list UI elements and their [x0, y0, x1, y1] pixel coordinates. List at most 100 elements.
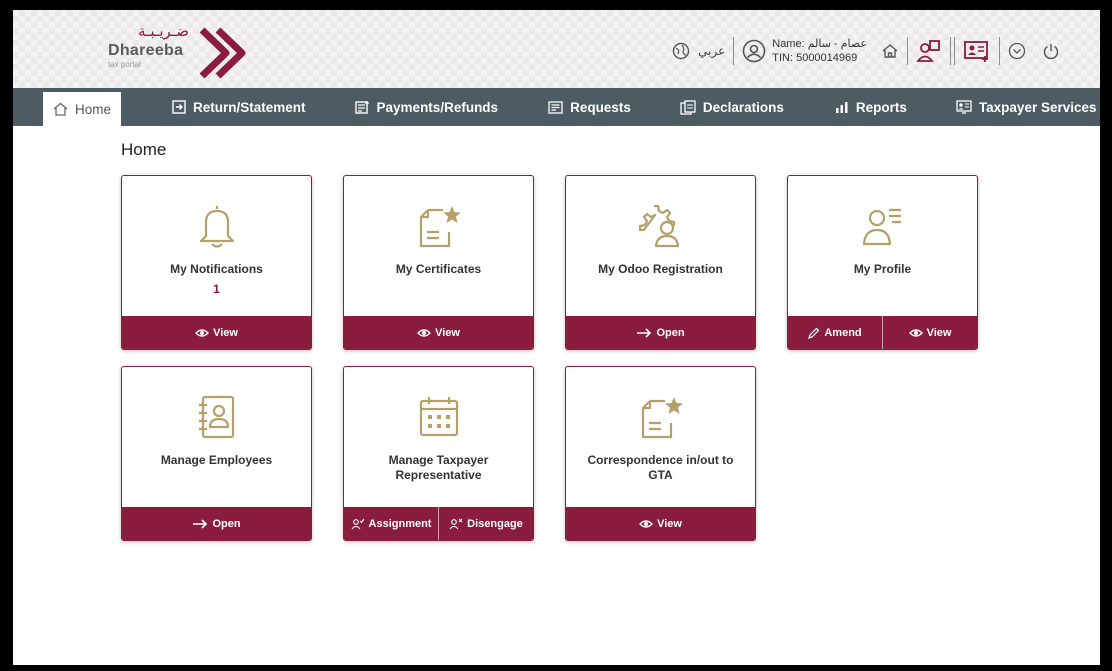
eye-icon [195, 328, 209, 337]
card-title: My Odoo Registration [598, 262, 723, 276]
card-manage-taxpayer-representative: Manage Taxpayer Representative Assignmen… [343, 366, 534, 541]
eye-icon [639, 519, 653, 528]
taxpayer-services-icon [956, 100, 972, 114]
header: ضـريـبـة Dhareeba tax portal عربي Name: … [13, 10, 1100, 88]
assignment-label: Assignment [368, 517, 432, 530]
amend-label: Amend [824, 326, 862, 339]
view-button[interactable]: View [882, 316, 977, 349]
view-button[interactable]: View [344, 316, 533, 349]
card-my-profile: My Profile Amend View [787, 175, 978, 350]
language-switch[interactable]: عربي [698, 44, 725, 58]
open-label: Open [212, 517, 241, 530]
user-check-icon [351, 518, 364, 529]
nav-return-statement[interactable]: Return/Statement [172, 88, 306, 126]
open-label: Open [656, 326, 685, 339]
disengage-button[interactable]: Disengage [438, 507, 533, 540]
eye-icon [908, 328, 923, 337]
nav-home[interactable]: Home [43, 92, 122, 126]
notification-count: 1 [213, 282, 220, 296]
card-title: Manage Employees [160, 453, 273, 467]
logo[interactable]: ضـريـبـة Dhareeba tax portal [108, 22, 268, 82]
nav-label: Home [75, 101, 112, 117]
card-footer: Open [122, 507, 311, 540]
open-button[interactable]: Open [122, 507, 311, 540]
card-footer: View [344, 316, 533, 349]
card-footer: Assignment Disengage [344, 507, 533, 540]
card-footer: Amend View [788, 316, 977, 349]
certificate-icon [419, 206, 461, 248]
logo-name: Dhareeba [108, 42, 184, 59]
divider [733, 37, 735, 65]
logo-arabic-text: ضـريـبـة [138, 22, 189, 40]
requests-icon [548, 100, 563, 114]
card-footer: View [566, 507, 755, 540]
nav-declarations[interactable]: Declarations [680, 88, 784, 126]
nav-label: Declarations [702, 99, 784, 115]
card-title: My Notifications [170, 262, 263, 276]
app-window: ضـريـبـة Dhareeba tax portal عربي Name: … [13, 10, 1100, 665]
divider [950, 37, 951, 65]
declarations-icon [680, 99, 696, 115]
payments-icon [354, 101, 369, 114]
home-icon[interactable] [881, 42, 899, 60]
page-title: Home [121, 140, 167, 159]
home-icon [53, 102, 68, 116]
amend-button[interactable]: Amend [788, 316, 882, 349]
main-nav: Home Return/Statement Payments/Refunds R… [13, 88, 1100, 126]
gear-user-icon [638, 204, 679, 248]
reports-icon [835, 101, 848, 113]
user-name: Name: عصام - سالم [772, 38, 867, 50]
nav-taxpayer-services[interactable]: Taxpayer Services [956, 88, 1097, 126]
address-book-icon [198, 395, 234, 439]
card-my-certificates: My Certificates View [343, 175, 534, 350]
user-switch-icon[interactable] [916, 38, 942, 64]
nav-label: Taxpayer Services [978, 99, 1097, 115]
card-manage-employees: Manage Employees Open [121, 366, 312, 541]
nav-requests[interactable]: Requests [548, 88, 631, 126]
nav-reports[interactable]: Reports [835, 88, 907, 126]
profile-icon [862, 208, 901, 246]
view-button[interactable]: View [122, 316, 311, 349]
divider [999, 37, 1000, 65]
card-correspondence: Correspondence in/out to GTA View [565, 366, 756, 541]
open-button[interactable]: Open [566, 316, 755, 349]
logo-subtitle: tax portal [108, 60, 141, 69]
user-tin: TIN: 5000014969 [772, 52, 858, 64]
return-icon [172, 100, 186, 114]
logo-chevron-icon [199, 27, 246, 79]
card-footer: Open [566, 316, 755, 349]
nav-label: Reports [855, 99, 907, 115]
card-title: Manage Taxpayer Representative [388, 453, 489, 482]
globe-icon[interactable] [672, 42, 690, 60]
document-star-icon [641, 397, 683, 439]
bell-icon [199, 206, 234, 248]
chevron-down-circle-icon[interactable] [1008, 42, 1026, 60]
header-toolbar: عربي Name: عصام - سالم TIN: 5000014969 [672, 34, 1060, 68]
nav-label: Payments/Refunds [376, 99, 499, 115]
divider [907, 37, 908, 65]
view-label: View [435, 326, 460, 339]
divider [954, 37, 955, 65]
nav-label: Return/Statement [193, 99, 306, 115]
user-info: Name: عصام - سالم TIN: 5000014969 [742, 37, 867, 65]
arrow-right-icon [193, 518, 208, 529]
arrow-right-icon [637, 327, 652, 338]
view-button[interactable]: View [566, 507, 755, 540]
view-label: View [213, 326, 238, 339]
view-label: View [657, 517, 682, 530]
id-card-icon[interactable] [963, 39, 991, 63]
user-remove-icon [449, 518, 463, 529]
pencil-icon [808, 327, 820, 339]
assignment-button[interactable]: Assignment [344, 507, 438, 540]
card-footer: View [122, 316, 311, 349]
card-my-odoo-registration: My Odoo Registration Open [565, 175, 756, 350]
view-label: View [926, 326, 952, 339]
card-title: My Profile [853, 262, 912, 276]
disengage-label: Disengage [467, 517, 523, 530]
nav-payments-refunds[interactable]: Payments/Refunds [354, 88, 499, 126]
card-my-notifications: My Notifications 1 View [121, 175, 312, 350]
nav-label: Requests [570, 99, 631, 115]
user-circle-icon [742, 39, 766, 63]
power-icon[interactable] [1042, 42, 1060, 60]
calendar-icon [419, 397, 458, 437]
